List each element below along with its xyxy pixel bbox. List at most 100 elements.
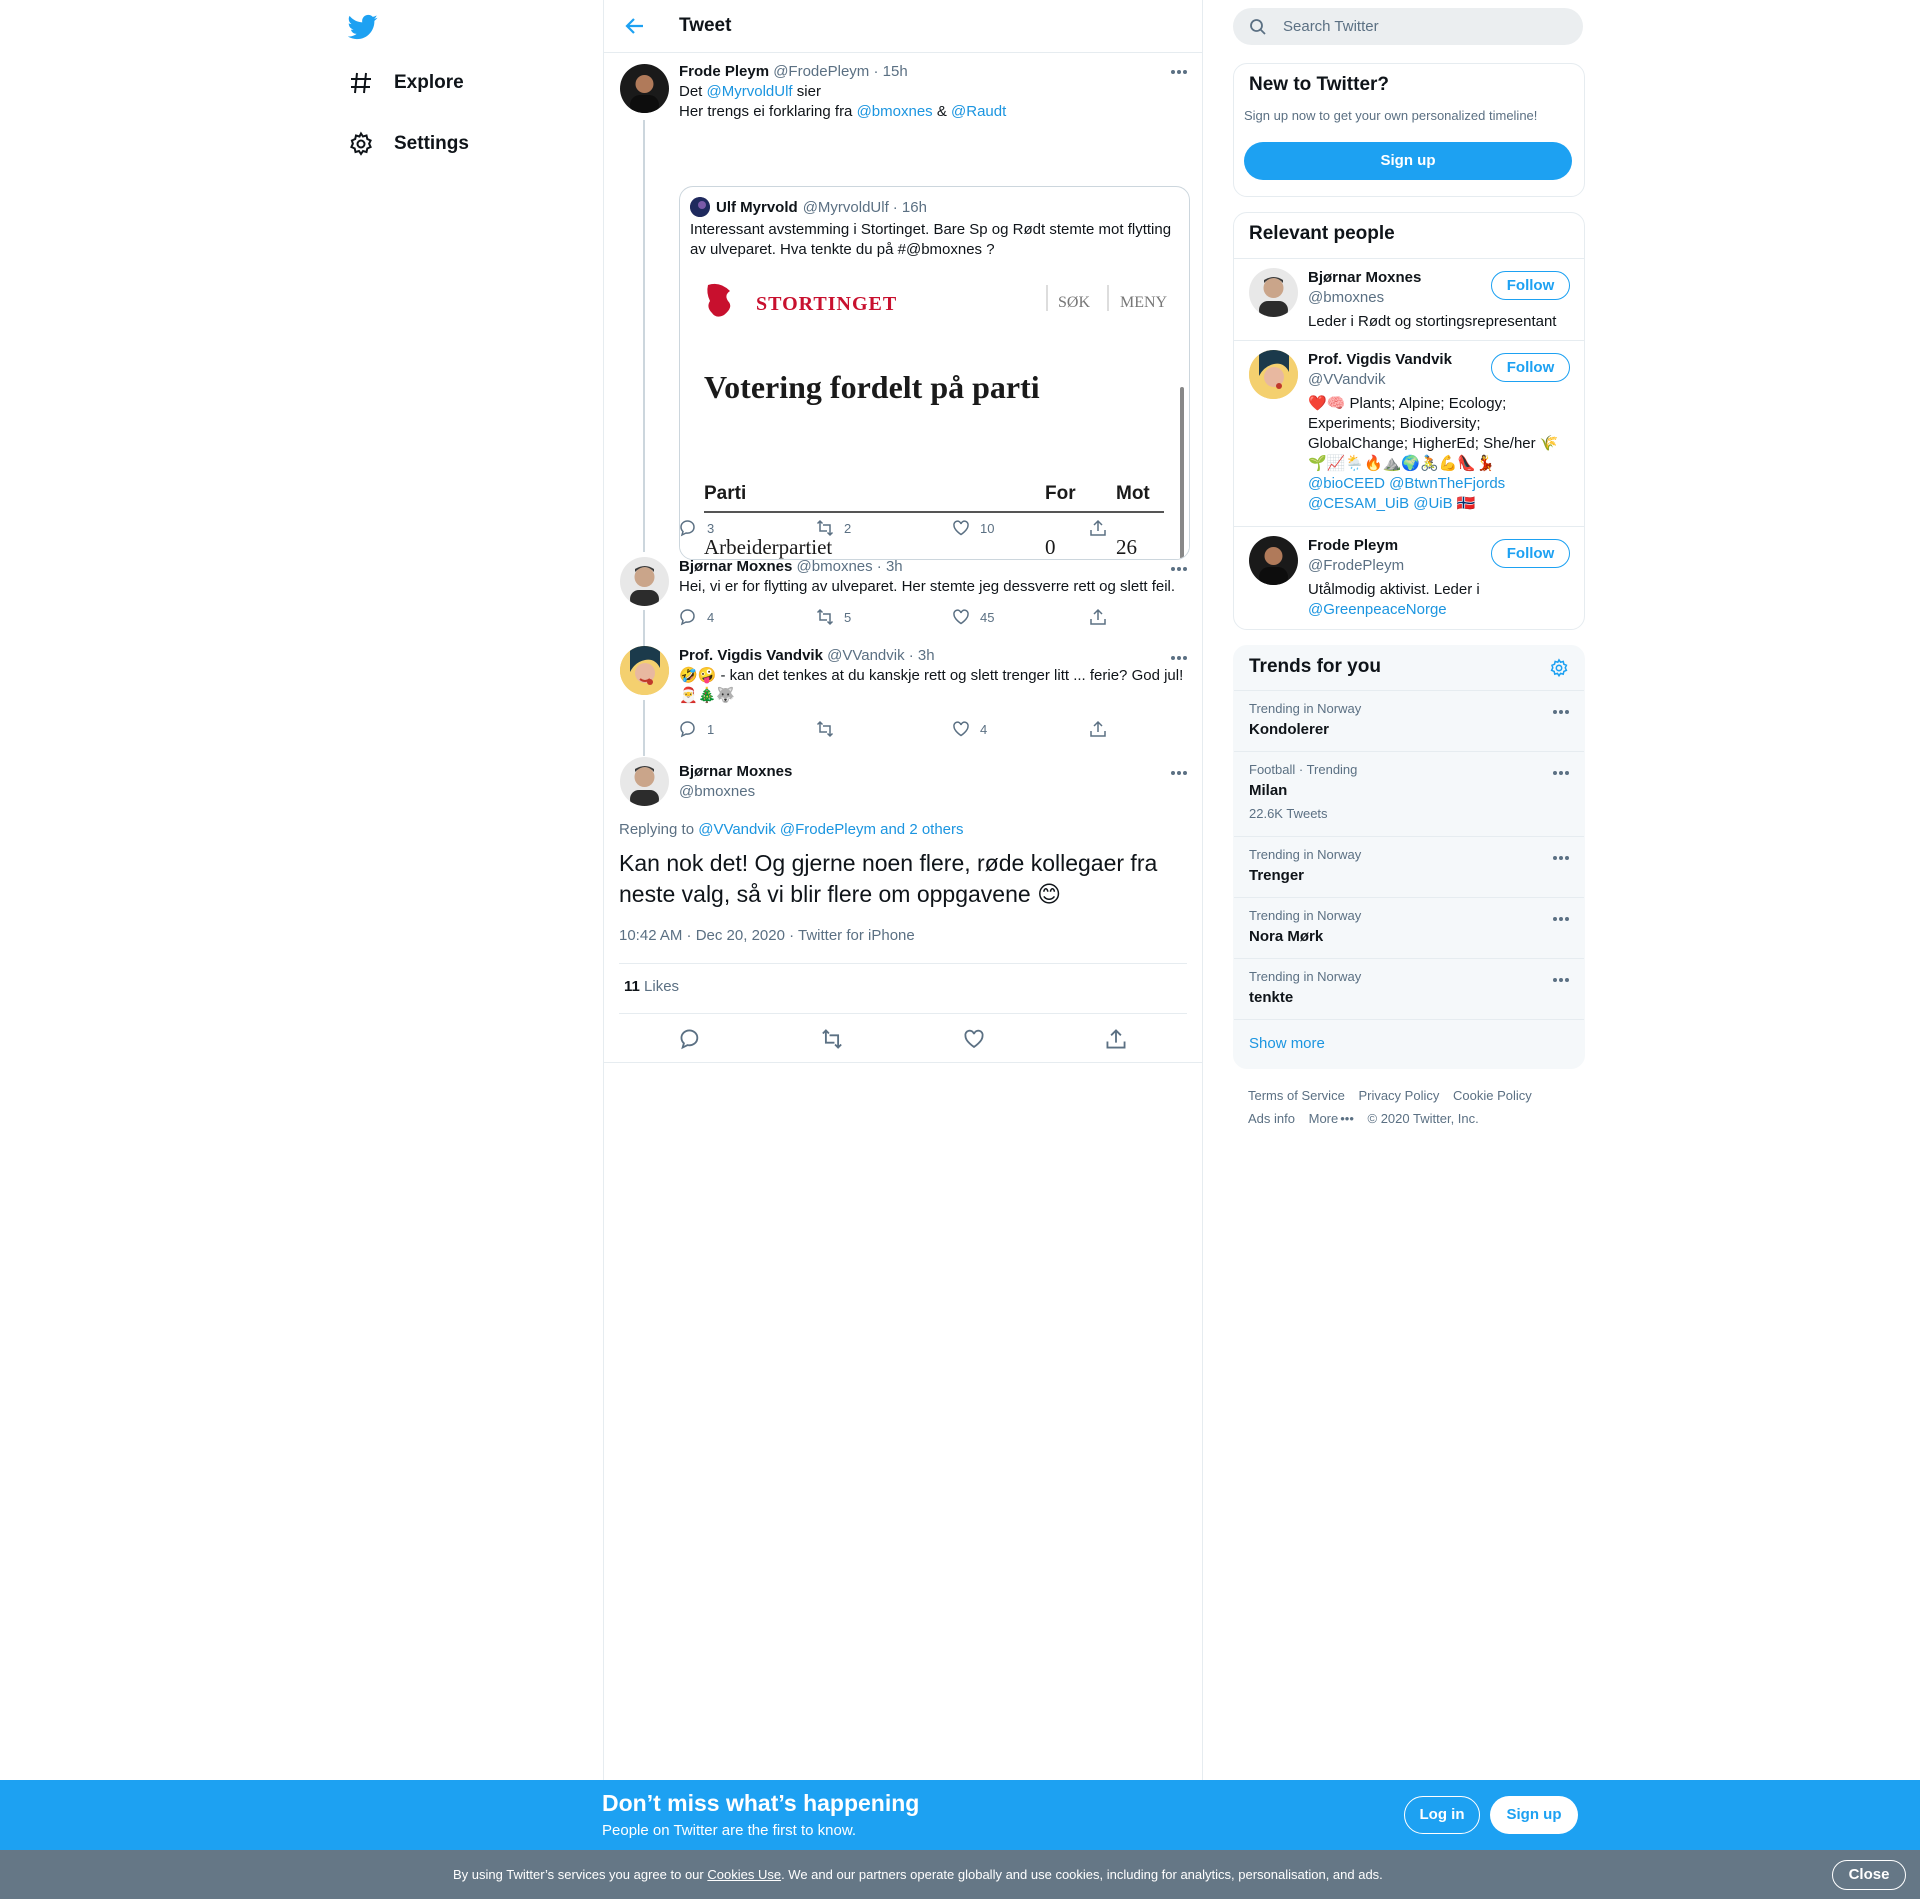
cookies-use-link[interactable]: Cookies Use [707,1867,781,1882]
avatar[interactable] [1249,268,1298,317]
tweet-time[interactable]: · 15h [873,63,907,80]
author-name[interactable]: Bjørnar Moxnes [679,558,792,575]
person-card[interactable]: Prof. Vigdis Vandvik @VVandvik ❤️🧠 Plant… [1234,340,1584,527]
like-button[interactable]: 4 [952,720,987,738]
login-button[interactable]: Log in [1404,1796,1480,1834]
more-options-icon[interactable] [1170,770,1188,776]
person-card[interactable]: Frode Pleym @FrodePleym Utålmodig aktivi… [1234,526,1584,629]
person-bio-links[interactable]: @bioCEED @BtwnTheFjords [1308,474,1570,494]
like-button[interactable]: 10 [952,519,994,537]
replying-to-links[interactable]: @VVandvik @FrodePleym and 2 others [698,821,963,838]
mention-link[interactable]: @Raudt [951,103,1006,120]
follow-button[interactable]: Follow [1491,271,1570,300]
more-dots-icon[interactable]: ••• [1340,1111,1354,1126]
retweet-button[interactable]: 2 [816,519,851,537]
reply-button[interactable]: 3 [679,519,714,537]
likes-label: Likes [644,978,680,995]
signup-button[interactable]: Sign up [1490,1796,1578,1834]
trend-item[interactable]: Trending in Norway Kondolerer [1234,690,1584,752]
mention-link[interactable]: @MyrvoldUlf [707,83,793,100]
person-bio-link[interactable]: @GreenpeaceNorge [1308,600,1570,620]
tweet-time[interactable]: · 3h [877,558,903,575]
avatar[interactable] [690,197,710,217]
author-name[interactable]: Frode Pleym [679,63,769,80]
like-button[interactable]: 45 [952,608,994,626]
avatar[interactable] [620,646,669,695]
person-card[interactable]: Bjørnar Moxnes @bmoxnes Leder i Rødt og … [1234,258,1584,341]
mention-link[interactable]: @bmoxnes [857,103,933,120]
author-handle[interactable]: @bmoxnes [679,782,1188,802]
quoted-time[interactable]: · 16h [893,199,927,216]
author-name[interactable]: Prof. Vigdis Vandvik [679,647,823,664]
tweet-reply[interactable]: Prof. Vigdis Vandvik @VVandvik · 3h 🤣🤪 -… [604,641,1202,753]
footer-link[interactable]: Cookie Policy [1453,1088,1532,1103]
author-handle[interactable]: @VVandvik [827,647,904,664]
more-options-icon[interactable] [1170,655,1188,661]
more-options-icon[interactable] [1552,855,1570,861]
show-more-row[interactable]: Show more [1234,1019,1584,1068]
follow-button[interactable]: Follow [1491,539,1570,568]
more-options-icon[interactable] [1552,916,1570,922]
tweet-actions: 1 4 [679,720,1119,740]
quoted-author-handle[interactable]: @MyrvoldUlf [803,199,889,216]
author-name[interactable]: Bjørnar Moxnes [679,762,1188,782]
share-button[interactable] [1105,1028,1127,1050]
trend-item[interactable]: Trending in Norway Nora Mørk [1234,897,1584,959]
nav-settings[interactable]: Settings [348,127,469,161]
avatar[interactable] [1249,350,1298,399]
trend-item[interactable]: Football · Trending Milan 22.6K Tweets [1234,751,1584,837]
avatar[interactable] [1249,536,1298,585]
nav-explore[interactable]: Explore [348,66,464,100]
likes-summary[interactable]: 11 Likes [624,978,679,995]
reply-button[interactable] [679,1028,701,1050]
share-button[interactable] [1089,519,1117,537]
signup-button[interactable]: Sign up [1244,142,1572,180]
avatar[interactable] [620,64,669,113]
new-to-twitter-panel: New to Twitter? Sign up now to get your … [1233,63,1585,197]
retweet-button[interactable] [821,1028,843,1050]
like-button[interactable] [963,1028,985,1050]
author-handle[interactable]: @FrodePleym [773,63,869,80]
footer-link[interactable]: Ads info [1248,1111,1295,1126]
reply-button[interactable]: 1 [679,720,714,738]
main-author[interactable]: Bjørnar Moxnes @bmoxnes [679,762,1188,802]
quoted-author-name[interactable]: Ulf Myrvold [716,199,798,216]
footer-link[interactable]: Terms of Service [1248,1088,1345,1103]
footer-link[interactable]: Privacy Policy [1358,1088,1439,1103]
more-options-icon[interactable] [1552,977,1570,983]
avatar[interactable] [620,757,669,806]
person-bio-links[interactable]: @CESAM_UiB @UiB [1308,495,1453,512]
cookie-banner: By using Twitter’s services you agree to… [0,1850,1920,1899]
twitter-logo-icon[interactable] [348,12,378,42]
tweet-time[interactable]: · 3h [909,647,935,664]
search-input[interactable]: Search Twitter [1233,8,1583,45]
back-arrow-icon[interactable] [624,15,646,37]
reply-count: 1 [707,721,715,737]
more-options-icon[interactable] [1552,709,1570,715]
gear-icon [348,131,374,157]
author-handle[interactable]: @bmoxnes [797,558,873,575]
retweet-button[interactable] [816,720,844,738]
more-options-icon[interactable] [1552,770,1570,776]
show-more-link[interactable]: Show more [1249,1035,1325,1052]
more-options-icon[interactable] [1170,566,1188,572]
close-button[interactable]: Close [1832,1860,1906,1890]
quoted-tweet[interactable]: Ulf Myrvold @MyrvoldUlf · 16h Interessan… [679,186,1190,560]
more-options-icon[interactable] [1170,69,1188,75]
reply-button[interactable]: 4 [679,608,714,626]
tweet-root[interactable]: Frode Pleym @FrodePleym · 15h Det @Myrvo… [604,52,1202,560]
trend-item[interactable]: Trending in Norway Trenger [1234,836,1584,898]
tweet-reply[interactable]: Bjørnar Moxnes @bmoxnes · 3h Hei, vi er … [604,552,1202,640]
gear-icon[interactable] [1549,658,1569,678]
share-button[interactable] [1089,608,1117,626]
tweet-timestamp[interactable]: 10:42 AM · Dec 20, 2020 · Twitter for iP… [619,927,915,944]
share-button[interactable] [1089,720,1117,738]
quoted-media-image[interactable]: STORTINGET SØK MENY Votering fordelt på … [680,267,1189,559]
avatar[interactable] [620,557,669,606]
footer-link[interactable]: More [1309,1111,1339,1126]
retweet-button[interactable]: 5 [816,608,851,626]
follow-button[interactable]: Follow [1491,353,1570,382]
trend-category: Trending in Norway [1249,969,1362,984]
trend-item[interactable]: Trending in Norway tenkte [1234,958,1584,1020]
cookie-suffix: . We and our partners operate globally a… [781,1867,1383,1882]
